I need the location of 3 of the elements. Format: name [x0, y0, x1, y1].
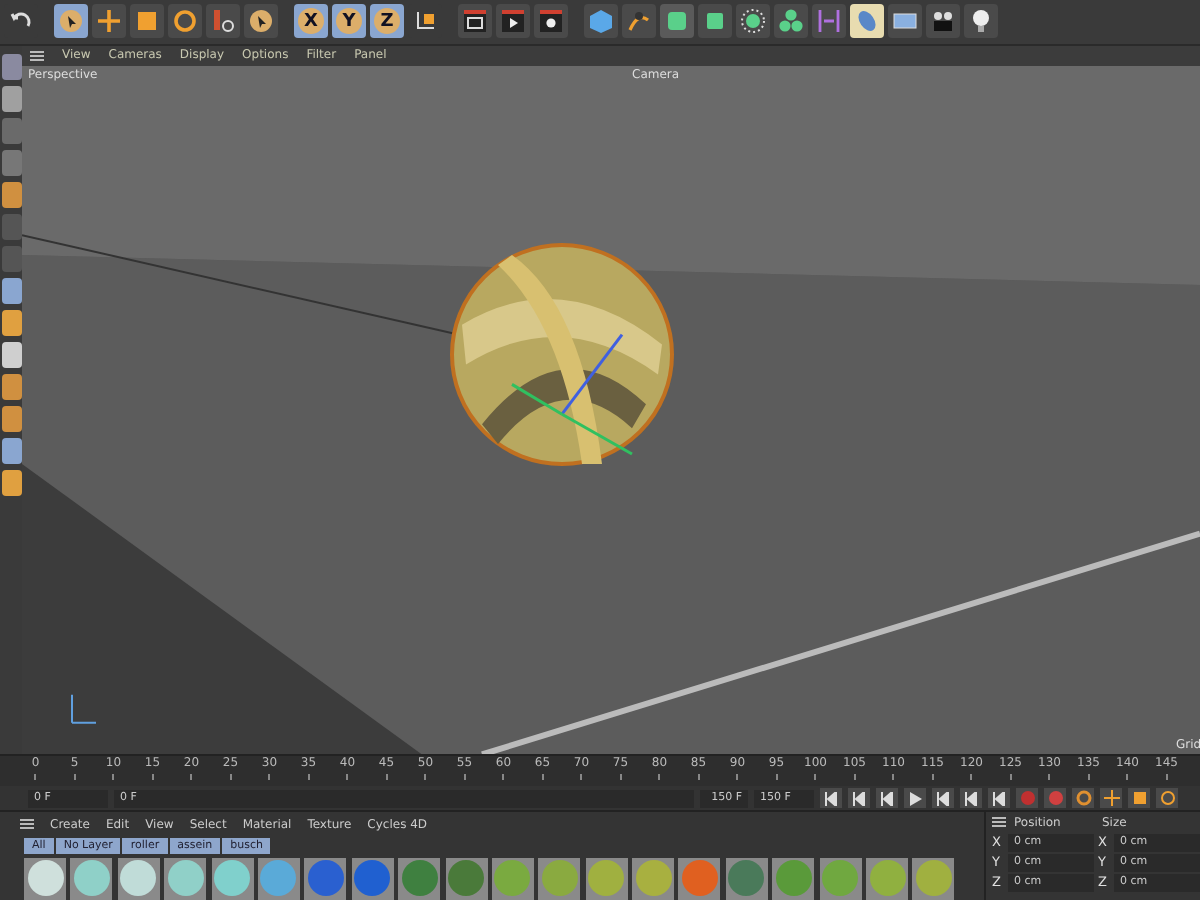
axis-lock-button[interactable]: X: [294, 4, 328, 39]
axis-lock-button[interactable]: Z: [370, 4, 404, 39]
axis-lock-button[interactable]: Y: [332, 4, 366, 39]
